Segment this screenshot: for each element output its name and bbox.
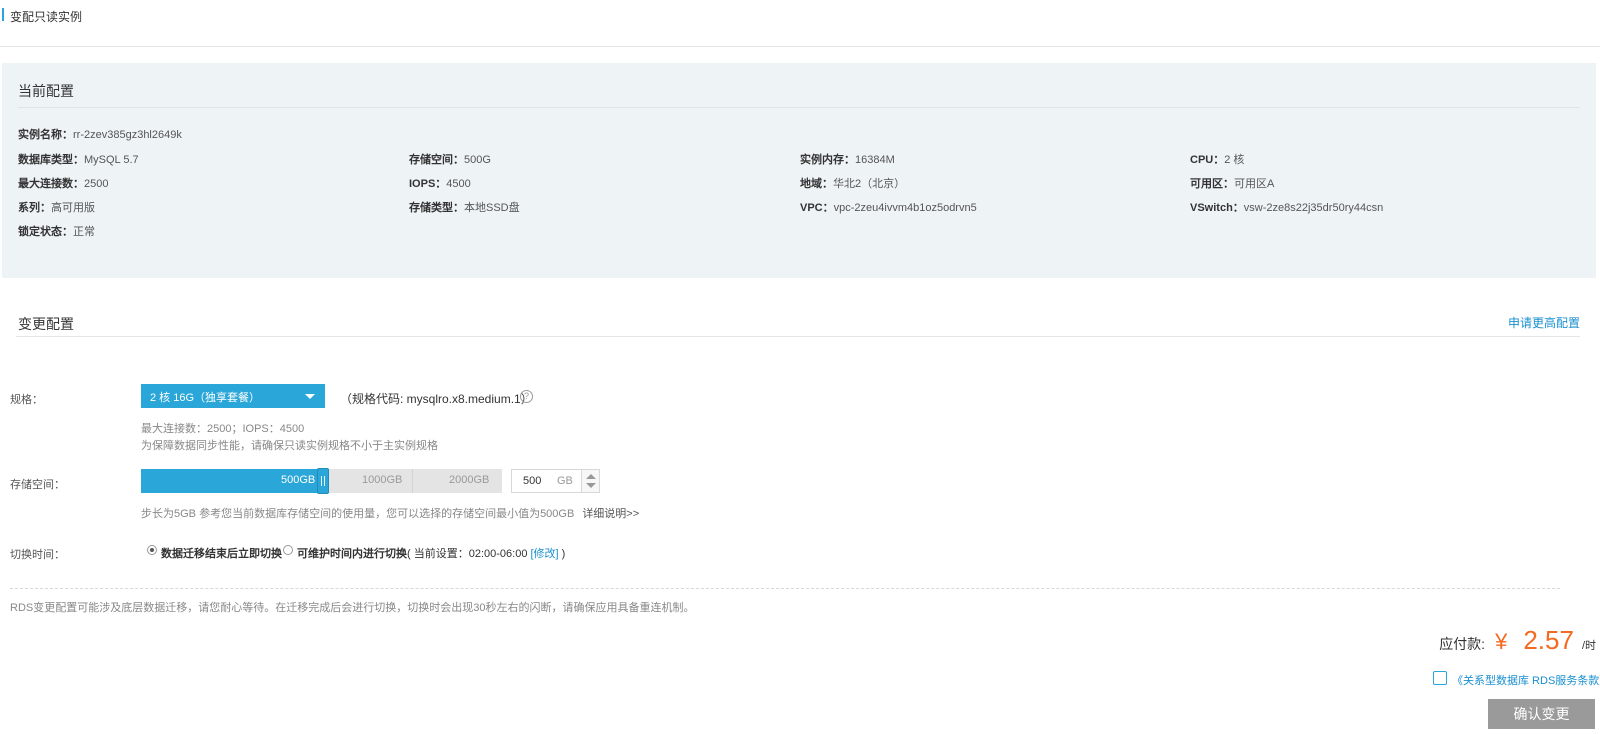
confirm-change-button[interactable]: 确认变更 bbox=[1488, 699, 1595, 729]
db-type: 数据库类型：MySQL 5.7 bbox=[18, 151, 139, 167]
currency-symbol: ¥ bbox=[1495, 629, 1508, 654]
vpc: VPC：vpc-2zeu4ivvm4b1oz5odrvn5 bbox=[800, 199, 977, 215]
spec-hint-sync: 为保障数据同步性能，请确保只读实例规格不小于主实例规格 bbox=[141, 440, 438, 452]
series-label: 系列： bbox=[18, 202, 51, 214]
current-config-title: 当前配置 bbox=[18, 83, 74, 99]
instance-name: 实例名称：rr-2zev385gz3hl2649k bbox=[18, 126, 182, 142]
spec-hint-limits: 最大连接数：2500；IOPS：4500 bbox=[141, 423, 305, 435]
modify-link[interactable]: [修改] bbox=[531, 548, 559, 560]
lock-status: 锁定状态：正常 bbox=[18, 223, 95, 239]
storage-hint: 步长为5GB 参考您当前数据库存储空间的使用量，您可以选择的存储空间最小值为50… bbox=[141, 505, 639, 521]
radio-switch-immediately-label[interactable]: 数据迁移结束后立即切换 bbox=[161, 545, 282, 561]
storage-input-unit: GB bbox=[557, 475, 573, 487]
caret-down-icon[interactable] bbox=[586, 483, 596, 488]
max-connections-label: 最大连接数： bbox=[18, 178, 84, 190]
vswitch-value: vsw-2ze8s22j35dr50ry44csn bbox=[1243, 202, 1384, 214]
spec-code: （规格代码: mysqlro.x8.medium.1） bbox=[340, 392, 533, 406]
price-label: 应付款: bbox=[1439, 636, 1486, 652]
region: 地域：华北2（北京） bbox=[800, 175, 905, 191]
region-label: 地域： bbox=[800, 178, 833, 190]
vpc-label: VPC： bbox=[800, 202, 834, 214]
storage-tick-2000: 2000GB bbox=[449, 474, 490, 486]
storage-space-value: 500G bbox=[464, 154, 491, 166]
current-setting-text: ( 当前设置：02:00-06:00 bbox=[407, 548, 531, 560]
db-type-value: MySQL 5.7 bbox=[84, 154, 139, 166]
storage-tick-1000: 1000GB bbox=[362, 474, 403, 486]
cpu-label: CPU： bbox=[1190, 154, 1225, 166]
vpc-value: vpc-2zeu4ivvm4b1oz5odrvn5 bbox=[833, 202, 977, 214]
help-icon[interactable]: ? bbox=[520, 390, 533, 403]
radio-switch-maintenance[interactable] bbox=[283, 545, 293, 555]
storage-input-value: 500 bbox=[523, 475, 542, 487]
radio-switch-maintenance-group: 可维护时间内进行切换( 当前设置：02:00-06:00 [修改] ) bbox=[297, 545, 565, 561]
zone: 可用区：可用区A bbox=[1190, 175, 1274, 191]
series: 系列：高可用版 bbox=[18, 199, 95, 215]
storage-hint-text: 步长为5GB 参考您当前数据库存储空间的使用量，您可以选择的存储空间最小值为50… bbox=[141, 508, 575, 520]
divider bbox=[16, 336, 1580, 337]
storage-type-value: 本地SSD盘 bbox=[464, 202, 520, 214]
storage-details-link[interactable]: 详细说明>> bbox=[582, 508, 639, 520]
storage-input[interactable]: 500 GB bbox=[511, 469, 600, 493]
max-connections: 最大连接数：2500 bbox=[18, 175, 108, 191]
radio-switch-immediately[interactable] bbox=[147, 545, 157, 555]
request-higher-config-link[interactable]: 申请更高配置 bbox=[1508, 314, 1580, 331]
instance-name-value: rr-2zev385gz3hl2649k bbox=[73, 129, 182, 141]
instance-name-label: 实例名称： bbox=[18, 129, 73, 141]
zone-label: 可用区： bbox=[1190, 178, 1234, 190]
price-unit: /时 bbox=[1581, 640, 1596, 652]
storage-slider[interactable]: 500GB 1000GB 2000GB bbox=[141, 468, 502, 494]
cpu-value: 2 核 bbox=[1224, 154, 1245, 166]
switch-time-label: 切换时间： bbox=[10, 549, 65, 561]
spec-label: 规格： bbox=[10, 394, 43, 406]
instance-memory-value: 16384M bbox=[855, 154, 895, 166]
instance-memory: 实例内存：16384M bbox=[800, 151, 895, 167]
storage-space-label: 存储空间： bbox=[409, 154, 464, 166]
max-connections-value: 2500 bbox=[84, 178, 109, 190]
rds-terms-link[interactable]: 《关系型数据库 RDS服务条款》 bbox=[1452, 672, 1600, 688]
spec-select[interactable]: 2 核 16G（独享套餐） bbox=[141, 384, 325, 408]
page-header: 变配只读实例 bbox=[0, 0, 1600, 47]
title-accent-bar bbox=[2, 8, 4, 21]
instance-memory-label: 实例内存： bbox=[800, 154, 855, 166]
lock-status-value: 正常 bbox=[73, 226, 95, 238]
storage-tick-500: 500GB bbox=[281, 474, 316, 486]
zone-value: 可用区A bbox=[1234, 178, 1275, 190]
spec-selected-value: 2 核 16G（独享套餐） bbox=[150, 392, 261, 404]
storage-space: 存储空间：500G bbox=[409, 151, 491, 167]
storage-type-label: 存储类型： bbox=[409, 202, 464, 214]
lock-status-label: 锁定状态： bbox=[18, 226, 73, 238]
vswitch: VSwitch：vsw-2ze8s22j35dr50ry44csn bbox=[1190, 199, 1383, 215]
storage-label: 存储空间： bbox=[10, 479, 65, 491]
dashed-divider bbox=[10, 588, 1560, 589]
cpu: CPU：2 核 bbox=[1190, 151, 1244, 167]
radio-switch-maintenance-label[interactable]: 可维护时间内进行切换 bbox=[297, 548, 407, 560]
region-value: 华北2（北京） bbox=[833, 178, 906, 190]
change-config-title: 变更配置 bbox=[18, 316, 74, 332]
storage-stepper[interactable] bbox=[581, 470, 599, 492]
chevron-down-icon bbox=[305, 394, 315, 399]
db-type-label: 数据库类型： bbox=[18, 154, 84, 166]
migration-notice: RDS变更配置可能涉及底层数据迁移，请您耐心等待。在迁移完成后会进行切换，切换时… bbox=[10, 602, 695, 614]
divider bbox=[18, 107, 1580, 108]
page-title: 变配只读实例 bbox=[10, 10, 83, 24]
current-config-panel: 当前配置 实例名称：rr-2zev385gz3hl2649k 数据库类型：MyS… bbox=[2, 63, 1596, 278]
slider-separator bbox=[412, 469, 413, 493]
slider-handle[interactable] bbox=[317, 468, 329, 494]
vswitch-label: VSwitch： bbox=[1190, 202, 1244, 214]
storage-type: 存储类型：本地SSD盘 bbox=[409, 199, 520, 215]
current-setting-suffix: ) bbox=[558, 548, 566, 560]
agreement-checkbox[interactable] bbox=[1433, 671, 1447, 685]
price-amount: 2.57 bbox=[1523, 625, 1574, 655]
caret-up-icon[interactable] bbox=[586, 474, 596, 479]
price-summary: 应付款: ¥2.57/时 bbox=[1439, 625, 1596, 656]
iops-value: 4500 bbox=[446, 178, 471, 190]
iops: IOPS：4500 bbox=[409, 175, 471, 191]
series-value: 高可用版 bbox=[51, 202, 95, 214]
iops-label: IOPS： bbox=[409, 178, 447, 190]
